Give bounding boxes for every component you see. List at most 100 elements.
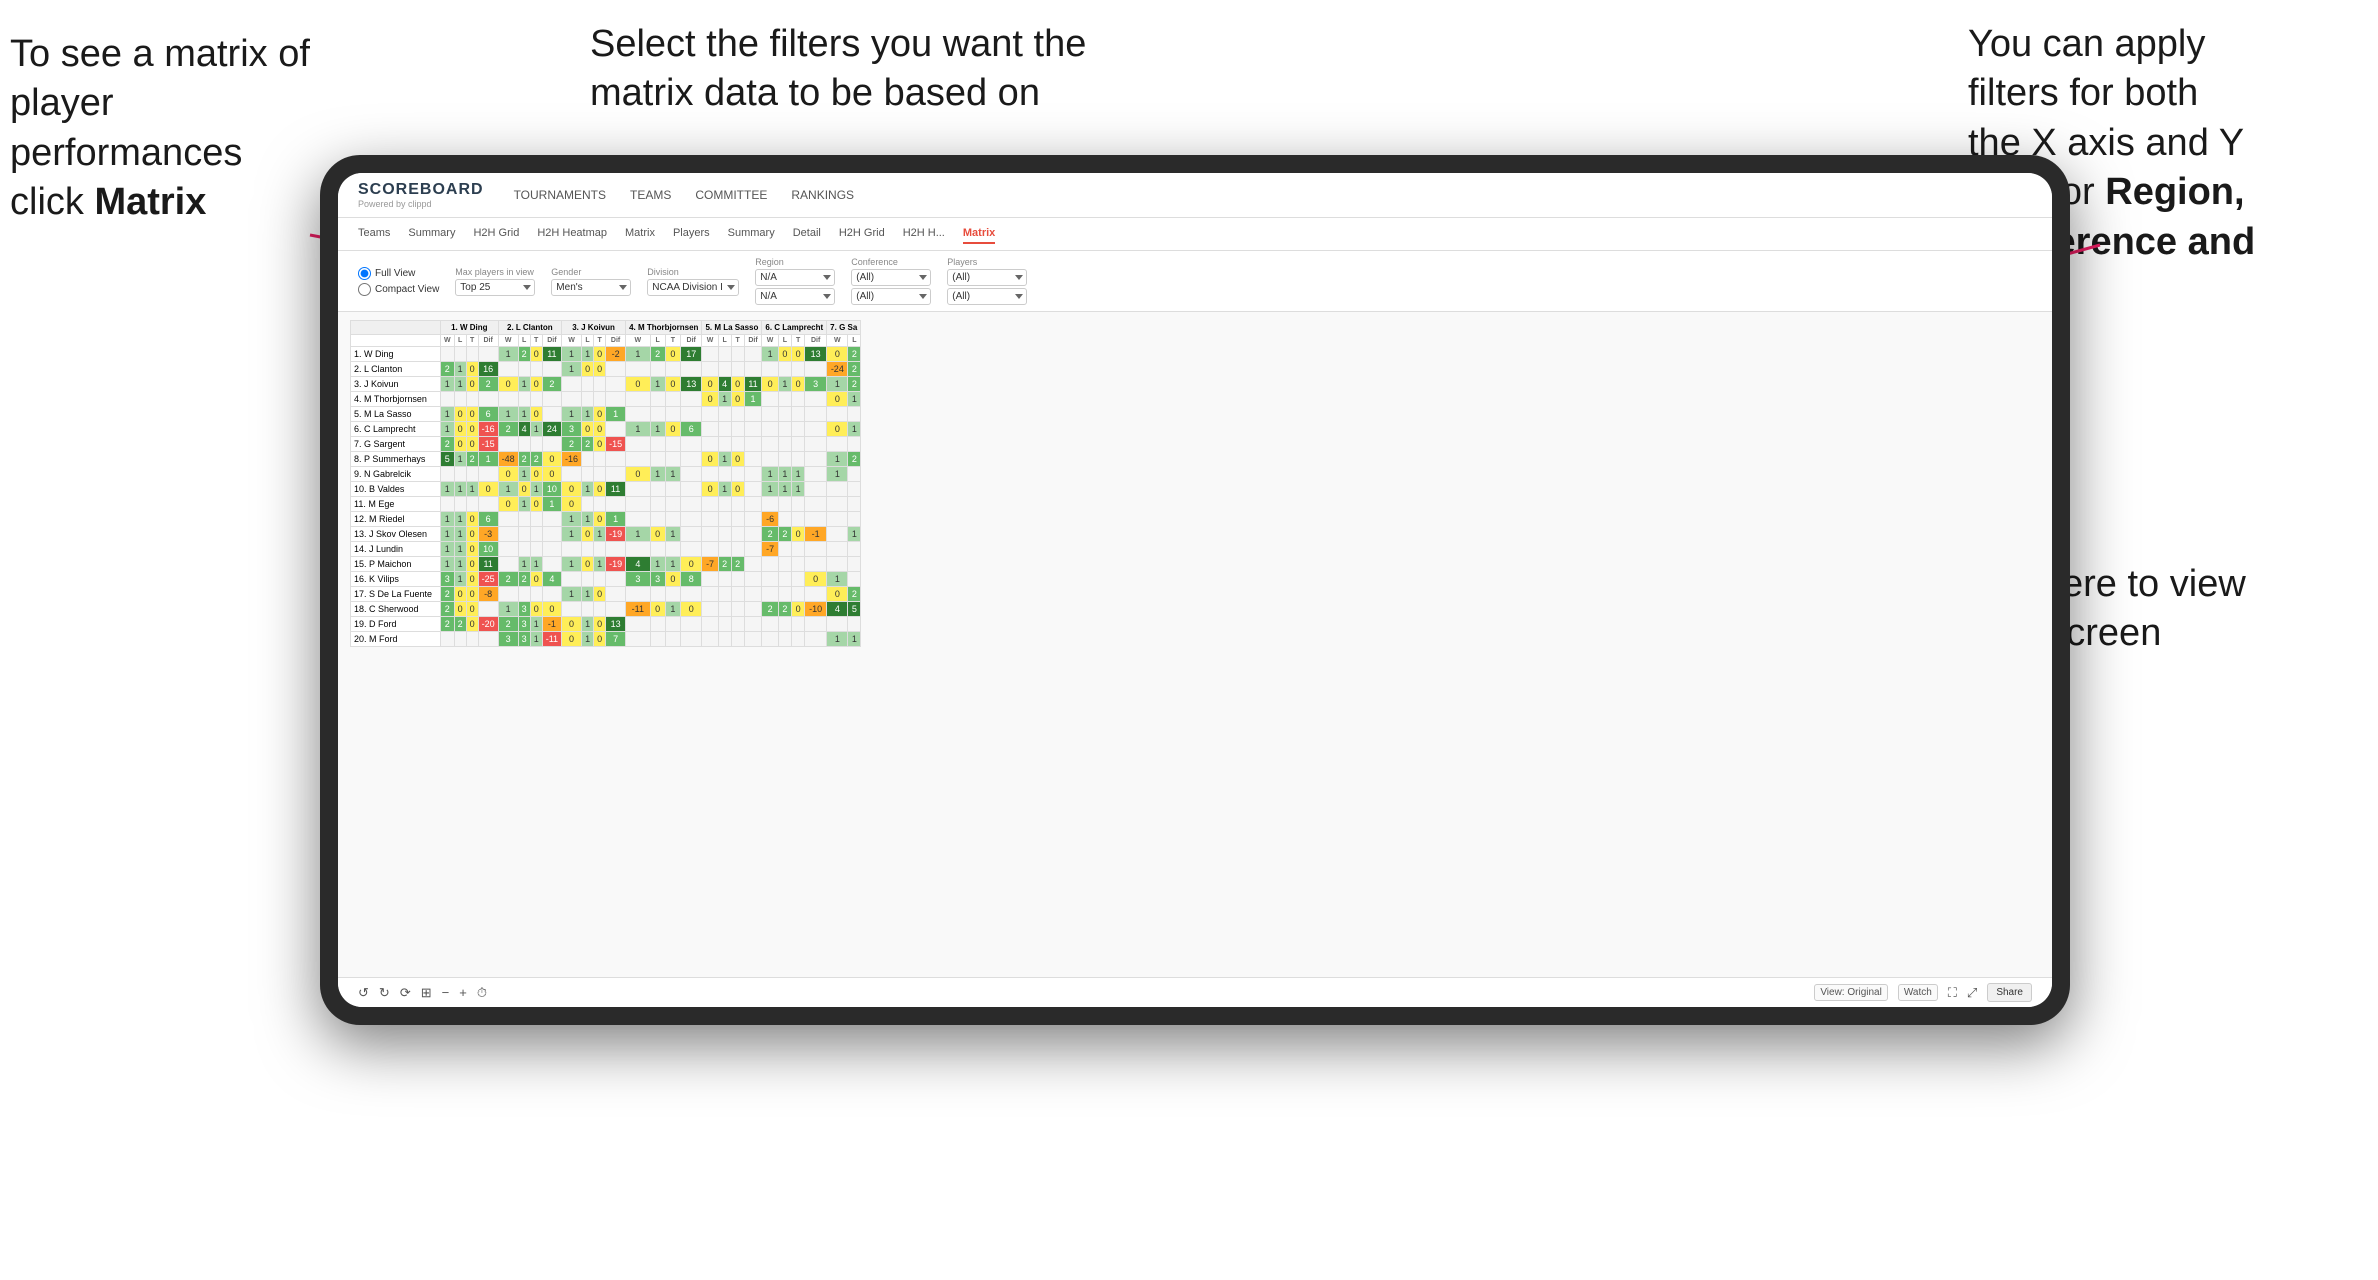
matrix-cell: [827, 527, 848, 542]
nav-teams[interactable]: TEAMS: [630, 184, 671, 206]
grid-icon[interactable]: ⊞: [421, 985, 432, 1001]
nav-committee[interactable]: COMMITTEE: [695, 184, 767, 206]
matrix-cell: [702, 542, 718, 557]
undo-icon[interactable]: ↺: [358, 985, 369, 1001]
tab-players[interactable]: Players: [673, 224, 710, 244]
matrix-cell: 1: [594, 557, 606, 572]
tab-h2h-grid[interactable]: H2H Grid: [473, 224, 519, 244]
radio-compact-view[interactable]: Compact View: [358, 283, 439, 296]
tab-matrix-active[interactable]: Matrix: [963, 224, 995, 244]
matrix-cell: 1: [762, 467, 778, 482]
screen-share-icon[interactable]: ⛶: [1948, 985, 1957, 1001]
tab-matrix[interactable]: Matrix: [625, 224, 655, 244]
matrix-cell: 1: [518, 407, 530, 422]
tab-h2h-grid2[interactable]: H2H Grid: [839, 224, 885, 244]
table-row: 9. N Gabrelcik01000111111: [351, 467, 861, 482]
matrix-cell: [530, 392, 542, 407]
redo-icon[interactable]: ↻: [379, 985, 390, 1001]
table-row: 11. M Ege01010: [351, 497, 861, 512]
matrix-cell: [778, 587, 791, 602]
matrix-cell: [762, 572, 778, 587]
matrix-cell: 0: [454, 587, 466, 602]
zoom-in-icon[interactable]: +: [459, 985, 467, 1000]
filter-region-select1[interactable]: N/A: [755, 269, 835, 286]
matrix-cell: 0: [594, 482, 606, 497]
scoreboard-logo: SCOREBOARD Powered by clippd: [358, 181, 484, 209]
matrix-cell: [762, 497, 778, 512]
zoom-out-icon[interactable]: −: [442, 985, 450, 1000]
matrix-cell: [606, 422, 626, 437]
matrix-cell: [792, 452, 805, 467]
matrix-cell: [718, 542, 731, 557]
tab-h2h-heatmap[interactable]: H2H Heatmap: [537, 224, 607, 244]
filter-players-select1[interactable]: (All): [947, 269, 1027, 286]
matrix-cell: 0: [466, 422, 478, 437]
filter-division-select[interactable]: NCAA Division I: [647, 279, 739, 296]
matrix-cell: 0: [702, 452, 718, 467]
matrix-cell: 1: [827, 377, 848, 392]
matrix-cell: [530, 362, 542, 377]
matrix-cell: 1: [792, 482, 805, 497]
filter-players-select2[interactable]: (All): [947, 288, 1027, 305]
col-subheader-name: [351, 335, 441, 347]
matrix-cell: [848, 572, 861, 587]
matrix-cell: [466, 392, 478, 407]
matrix-cell: [762, 587, 778, 602]
nav-rankings[interactable]: RANKINGS: [791, 184, 854, 206]
bottom-toolbar: ↺ ↻ ⟳ ⊞ − + ⏱ View: Original Watch ⛶ ⤢ S…: [338, 977, 2052, 1007]
matrix-cell: 2: [848, 347, 861, 362]
clock-icon[interactable]: ⏱: [477, 985, 487, 1001]
matrix-cell: [805, 497, 827, 512]
matrix-cell: 1: [562, 557, 582, 572]
col-sub-t6: T: [792, 335, 805, 347]
radio-full-view[interactable]: Full View: [358, 267, 439, 280]
filter-conference-select2[interactable]: (All): [851, 288, 931, 305]
tab-summary[interactable]: Summary: [408, 224, 455, 244]
matrix-cell: [805, 467, 827, 482]
tab-h2h-h[interactable]: H2H H...: [903, 224, 945, 244]
view-original-btn[interactable]: View: Original: [1814, 984, 1888, 1001]
matrix-cell: 1: [441, 527, 455, 542]
matrix-cell: 1: [650, 377, 665, 392]
tab-teams[interactable]: Teams: [358, 224, 390, 244]
main-nav: TOURNAMENTS TEAMS COMMITTEE RANKINGS: [514, 184, 854, 206]
refresh-icon[interactable]: ⟳: [400, 985, 411, 1001]
annotation-top-center: Select the filters you want the matrix d…: [590, 20, 1110, 119]
matrix-cell: 2: [441, 587, 455, 602]
share-btn[interactable]: Share: [1987, 983, 2032, 1002]
matrix-cell: [718, 587, 731, 602]
matrix-cell: [731, 467, 744, 482]
matrix-cell: [441, 632, 455, 647]
matrix-cell: 3: [650, 572, 665, 587]
matrix-cell: 1: [626, 527, 650, 542]
filter-region-select2[interactable]: N/A: [755, 288, 835, 305]
matrix-cell: [441, 467, 455, 482]
tab-detail[interactable]: Detail: [793, 224, 821, 244]
nav-tournaments[interactable]: TOURNAMENTS: [514, 184, 606, 206]
player-name-cell: 18. C Sherwood: [351, 602, 441, 617]
matrix-cell: 0: [702, 377, 718, 392]
matrix-cell: [665, 632, 680, 647]
matrix-cell: 1: [441, 512, 455, 527]
matrix-cell: [848, 482, 861, 497]
matrix-cell: 2: [441, 362, 455, 377]
matrix-cell: 1: [848, 632, 861, 647]
watch-btn[interactable]: Watch: [1898, 984, 1938, 1001]
matrix-area: 1. W Ding 2. L Clanton 3. J Koivun 4. M …: [338, 312, 2052, 977]
filter-conference-select1[interactable]: (All): [851, 269, 931, 286]
filter-players: Players (All) (All): [947, 257, 1027, 305]
filter-gender-select[interactable]: Men's: [551, 279, 631, 296]
col-sub-d3: Dif: [606, 335, 626, 347]
matrix-cell: [594, 452, 606, 467]
matrix-cell: 1: [454, 452, 466, 467]
matrix-cell: 0: [562, 482, 582, 497]
tab-summary2[interactable]: Summary: [728, 224, 775, 244]
col-sub-t5: T: [731, 335, 744, 347]
matrix-cell: [498, 587, 518, 602]
matrix-cell: [562, 467, 582, 482]
filter-division-label: Division: [647, 267, 739, 277]
fullscreen-icon[interactable]: ⤢: [1967, 985, 1977, 1001]
matrix-cell: 1: [626, 422, 650, 437]
filter-max-players-select[interactable]: Top 25: [455, 279, 535, 296]
matrix-cell: 1: [530, 617, 542, 632]
